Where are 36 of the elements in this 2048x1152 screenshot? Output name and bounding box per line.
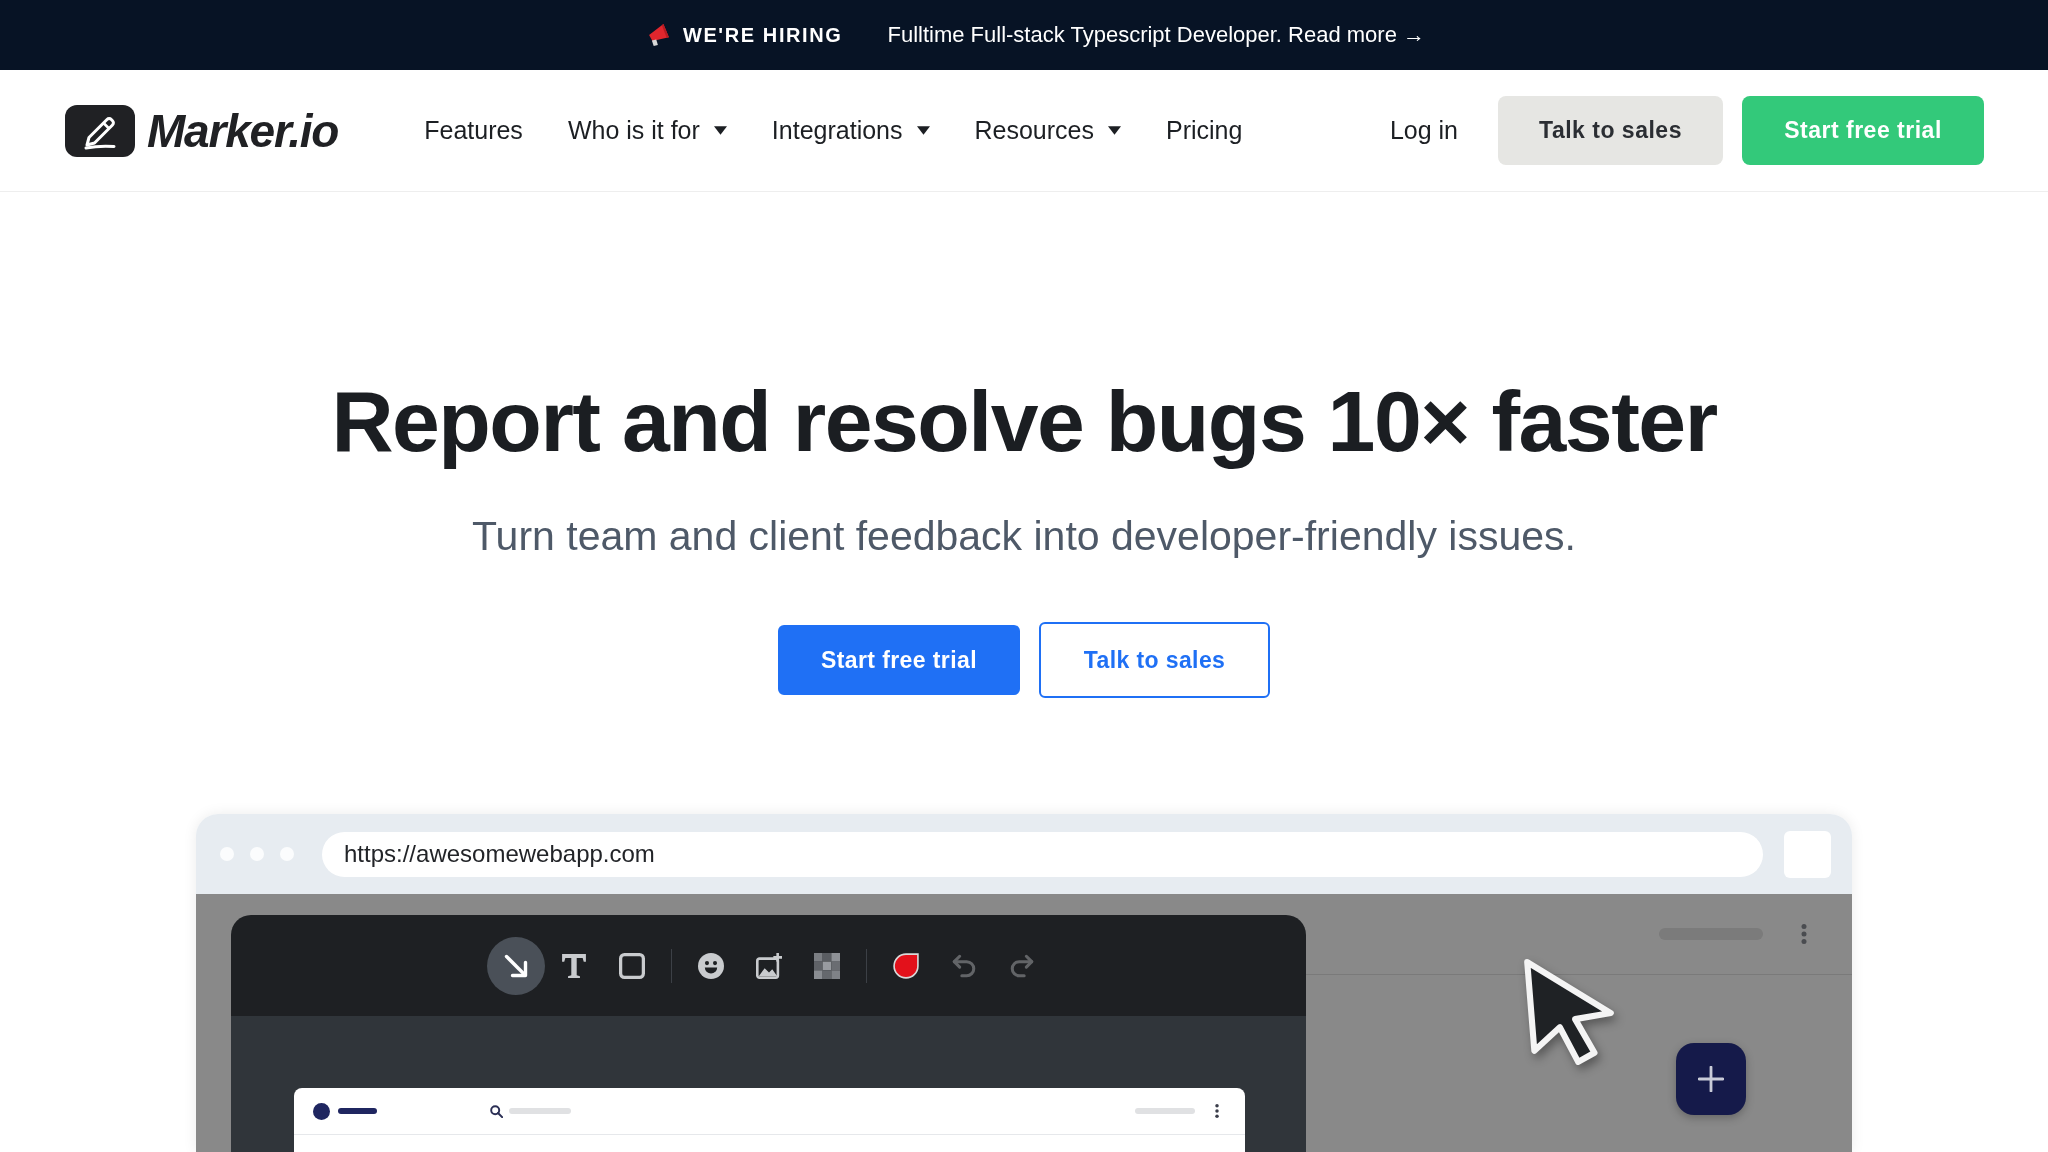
nav-link[interactable]: Integrations xyxy=(771,116,930,145)
text-tool-icon[interactable] xyxy=(560,953,587,979)
nav-link[interactable]: Who is it for xyxy=(567,116,727,145)
nav-link[interactable]: Pricing xyxy=(1166,116,1243,145)
hero-heading: Report and resolve bugs 10× faster xyxy=(331,372,1717,471)
smiley-icon[interactable] xyxy=(697,953,724,979)
megaphone-icon xyxy=(648,24,669,46)
skeleton-bar xyxy=(1135,1108,1195,1115)
caret-icon xyxy=(916,126,930,135)
hiring-label: WE'RE HIRING xyxy=(682,23,843,47)
logo-link[interactable]: Marker.io xyxy=(65,103,339,158)
color-swatch-icon[interactable] xyxy=(892,953,919,979)
image-add-icon[interactable] xyxy=(755,953,782,979)
plus-icon xyxy=(1698,1066,1724,1093)
pencil-logo-icon xyxy=(65,104,135,157)
add-button[interactable] xyxy=(1676,1043,1746,1116)
more-icon xyxy=(1801,924,1807,945)
square-icon[interactable] xyxy=(618,953,645,979)
nav-link[interactable]: Features xyxy=(424,116,523,145)
pixelated-square-icon[interactable] xyxy=(813,953,840,979)
search-icon xyxy=(490,1105,503,1118)
address-bar[interactable]: https://awesomewebapp.com xyxy=(322,832,1763,877)
talk-to-sales-button[interactable]: Talk to sales xyxy=(1039,622,1270,699)
job-announcement-link[interactable]: Fulltime Full-stack Typescript Developer. Read more → xyxy=(887,22,1426,48)
hero-subtitle: Turn team and client feedback into developer-friendly issues. xyxy=(472,512,1576,562)
nav-link[interactable]: Resources xyxy=(974,116,1121,145)
login-link[interactable]: Log in xyxy=(1389,116,1458,145)
more-icon xyxy=(1215,1104,1219,1119)
start-trial-button[interactable]: Start free trial xyxy=(778,625,1020,696)
dot-icon xyxy=(313,1103,330,1120)
talk-to-sales-button[interactable]: Talk to sales xyxy=(1498,96,1723,165)
caret-icon xyxy=(713,126,727,135)
cursor-icon xyxy=(1521,958,1617,1067)
skeleton-bar xyxy=(338,1108,377,1115)
skeleton-bar xyxy=(509,1108,571,1115)
caret-icon xyxy=(1108,126,1121,135)
